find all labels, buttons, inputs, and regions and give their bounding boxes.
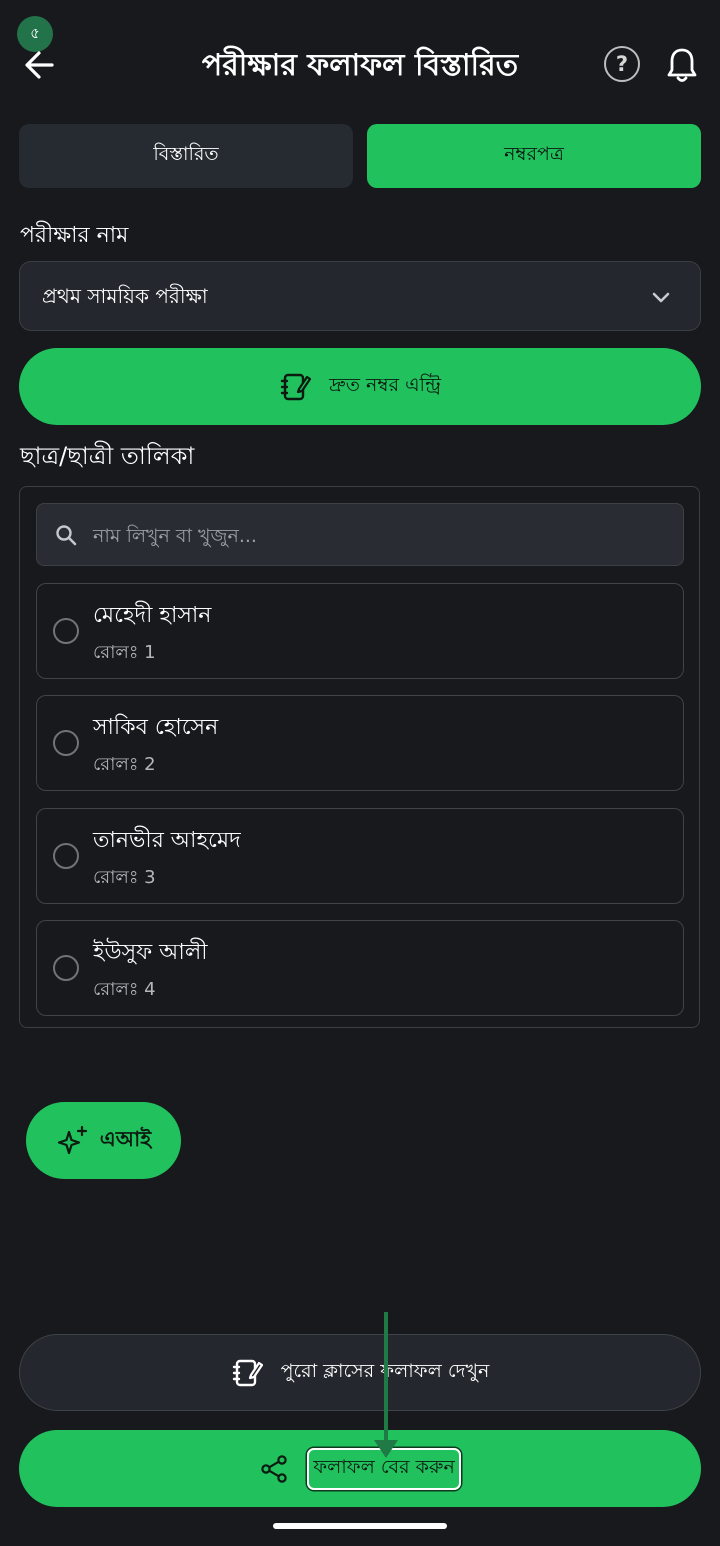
tab-details[interactable]: বিস্তারিত [19,124,353,188]
student-name: ইউসুফ আলী [93,940,208,965]
student-name: তানভীর আহমেদ [93,828,241,853]
home-indicator[interactable] [273,1523,447,1529]
tab-marksheet[interactable]: নম্বরপত্র [367,124,701,188]
student-list: নাম লিখুন বা খুজুন... মেহেদী হাসান রোলঃ … [19,486,700,1028]
chevron-down-icon [652,292,670,303]
exam-select-value: প্রথম সাময়িক পরীক্ষা [42,284,208,308]
radio-button[interactable] [53,843,79,869]
list-item[interactable]: ইউসুফ আলী রোলঃ 4 [36,920,684,1016]
tab-marksheet-label: নম্বরপত্র [504,143,564,165]
notifications-button[interactable] [664,46,700,84]
back-button[interactable] [20,44,60,88]
help-icon: ? [615,52,629,76]
student-roll: রোলঃ 1 [93,642,156,663]
search-placeholder: নাম লিখুন বা খুজুন... [93,525,257,547]
quick-marks-entry-button[interactable]: দ্রুত নম্বর এন্ট্রি [19,348,701,425]
radio-button[interactable] [53,730,79,756]
exam-select[interactable]: প্রথম সাময়িক পরীক্ষা [19,261,701,331]
student-roll: রোলঃ 3 [93,867,156,888]
search-input[interactable]: নাম লিখুন বা খুজুন... [36,503,684,566]
share-icon [261,1454,287,1483]
ai-button[interactable]: এআই [26,1102,181,1179]
radio-button[interactable] [53,618,79,644]
list-item[interactable]: সাকিব হোসেন রোলঃ 2 [36,695,684,791]
help-button[interactable]: ? [604,46,640,82]
student-list-label: ছাত্র/ছাত্রী তালিকা [20,442,195,470]
exam-name-label: পরীক্ষার নাম [20,223,129,248]
generate-result-label: ফলাফল বের করুন [307,1447,461,1490]
student-name: মেহেদী হাসান [93,603,212,628]
student-roll: রোলঃ 2 [93,754,156,775]
notebook-edit-icon [280,373,312,400]
bell-icon [667,48,697,82]
list-item[interactable]: তানভীর আহমেদ রোলঃ 3 [36,808,684,904]
tab-details-label: বিস্তারিত [153,143,219,165]
search-icon [56,525,77,546]
view-class-results-button[interactable]: পুরো ক্লাসের ফলাফল দেখুন [19,1334,701,1411]
list-item[interactable]: মেহেদী হাসান রোলঃ 1 [36,583,684,679]
view-class-results-label: পুরো ক্লাসের ফলাফল দেখুন [280,1359,490,1382]
generate-result-button[interactable]: ফলাফল বের করুন [19,1430,701,1507]
radio-button[interactable] [53,955,79,981]
student-name: সাকিব হোসেন [93,715,219,740]
sparkle-icon [57,1125,87,1154]
back-arrow-icon [25,51,54,79]
page-title: পরীক্ষার ফলাফল বিস্তারিত [201,48,519,83]
student-roll: রোলঃ 4 [93,979,156,1000]
quick-marks-entry-label: দ্রুত নম্বর এন্ট্রি [329,373,441,396]
notebook-edit-icon [232,1359,263,1386]
ai-button-label: এআই [99,1127,152,1151]
